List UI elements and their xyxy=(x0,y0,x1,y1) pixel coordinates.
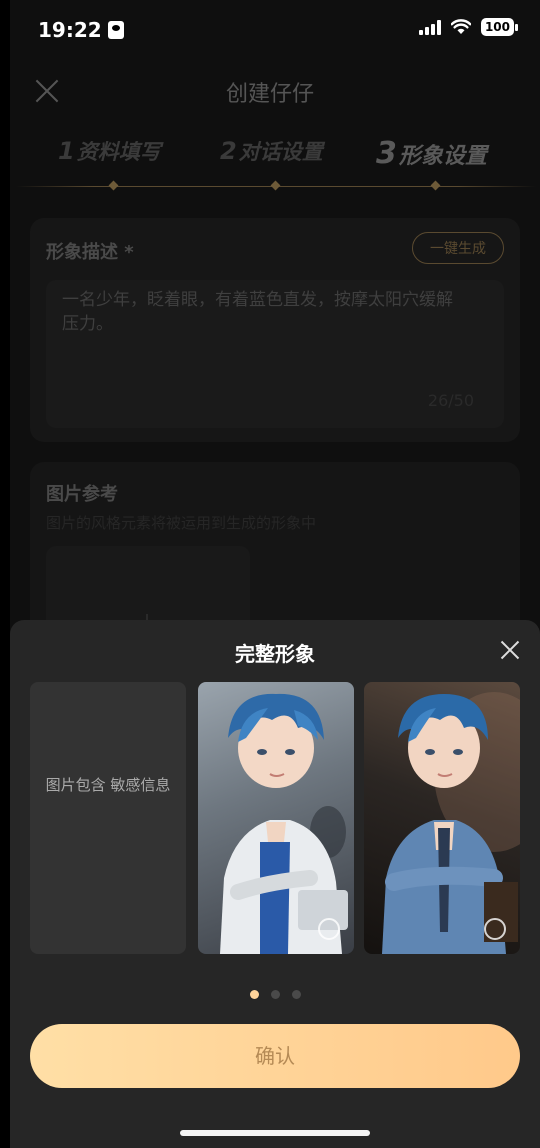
image-option-2[interactable] xyxy=(198,682,354,954)
battery-level: 100 xyxy=(480,18,514,36)
sensitive-message: 图片包含 敏感信息 xyxy=(45,776,171,794)
step-1[interactable]: 1资料填写 xyxy=(58,136,161,166)
appearance-card: 形象描述 * 一键生成 一名少年，眨着眼，有着蓝色直发，按摩太阳穴缓解压力。 2… xyxy=(30,218,520,442)
description-text: 一名少年，眨着眼，有着蓝色直发，按摩太阳穴缓解压力。 xyxy=(62,290,453,334)
char-count: 26/50 xyxy=(427,391,474,410)
pager-dots xyxy=(10,990,540,999)
result-sheet: 完整形象 图片包含 敏感信息 确认 xyxy=(10,620,540,1148)
sheet-title: 完整形象 xyxy=(235,642,315,666)
pager-dot-2[interactable] xyxy=(270,990,280,999)
step-marker-1 xyxy=(108,180,119,191)
appearance-description-input[interactable]: 一名少年，眨着眼，有着蓝色直发，按摩太阳穴缓解压力。 26/50 xyxy=(46,280,504,428)
reference-hint: 图片的风格元素将被运用到生成的形象中 xyxy=(46,514,317,532)
wifi-icon xyxy=(450,19,471,34)
generate-button[interactable]: 一键生成 xyxy=(412,232,504,264)
image-option-sensitive[interactable]: 图片包含 敏感信息 xyxy=(30,682,186,954)
id-card-icon xyxy=(107,21,124,39)
cellular-signal-icon xyxy=(418,19,441,35)
image-carousel: 图片包含 敏感信息 xyxy=(30,682,530,954)
status-time: 19:22 xyxy=(38,18,124,42)
step-marker-3 xyxy=(430,180,441,191)
pager-dot-1[interactable] xyxy=(249,990,259,999)
image-option-3[interactable] xyxy=(364,682,520,954)
phone-screen: 19:22 100 创建仔仔 1资料填写 2对话设置 3形象设置 形象描述 * … xyxy=(0,0,540,1148)
status-bar: 19:22 100 xyxy=(0,0,540,64)
battery-icon: 100 xyxy=(480,18,518,36)
step-3[interactable]: 3形象设置 xyxy=(376,136,487,171)
select-radio[interactable] xyxy=(318,918,340,940)
page-title: 创建仔仔 xyxy=(225,82,314,107)
select-radio[interactable] xyxy=(484,918,506,940)
close-icon[interactable] xyxy=(500,640,520,660)
page-header: 创建仔仔 xyxy=(0,70,540,114)
pager-dot-3[interactable] xyxy=(291,990,301,999)
appearance-label: 形象描述 * xyxy=(46,242,134,263)
home-indicator xyxy=(180,1130,370,1136)
step-2[interactable]: 2对话设置 xyxy=(220,136,323,166)
character-portrait-image xyxy=(220,693,348,954)
status-right: 100 xyxy=(418,18,518,36)
step-indicator: 1资料填写 2对话设置 3形象设置 xyxy=(0,136,540,176)
reference-label: 图片参考 xyxy=(46,484,118,505)
confirm-button[interactable]: 确认 xyxy=(30,1024,520,1088)
character-portrait-image xyxy=(382,692,520,954)
step-marker-2 xyxy=(270,180,281,191)
